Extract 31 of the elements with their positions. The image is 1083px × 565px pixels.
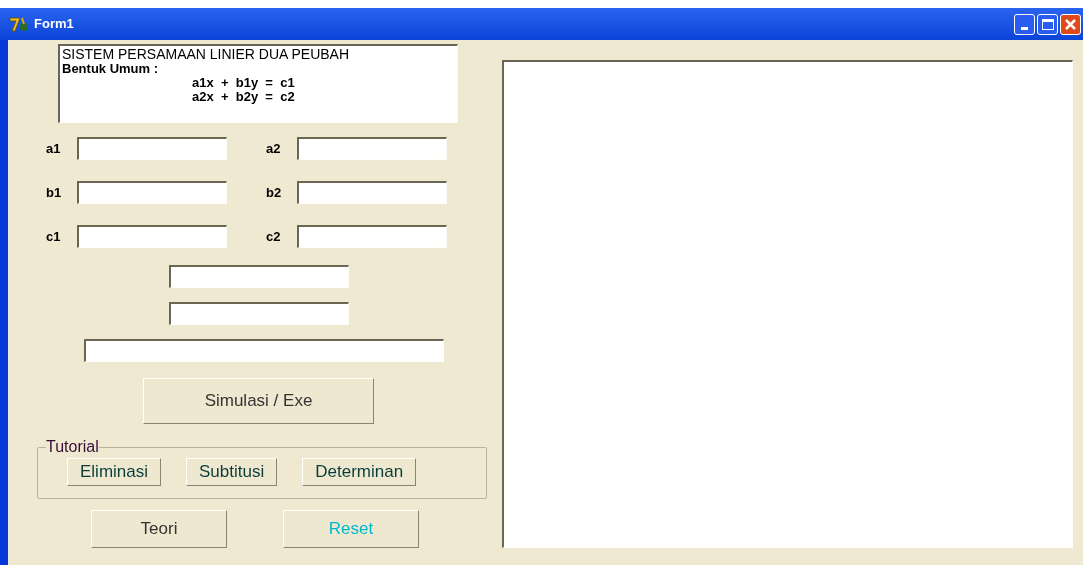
field-label: c1 bbox=[46, 227, 62, 246]
input-field[interactable] bbox=[84, 339, 444, 362]
equation-text: a2x + b2y = c2 bbox=[192, 90, 296, 104]
execute-button[interactable]: Simulasi / Exe bbox=[143, 378, 374, 424]
input-field[interactable] bbox=[77, 181, 227, 204]
maximize-button[interactable] bbox=[1037, 13, 1058, 35]
tutorial-button[interactable]: Determinan bbox=[302, 458, 417, 486]
input-field[interactable] bbox=[77, 225, 227, 248]
window-title: Form1 bbox=[34, 15, 74, 34]
minimize-button[interactable] bbox=[1014, 13, 1035, 35]
input-field[interactable] bbox=[169, 302, 349, 325]
info-title: SISTEM PERSAMAAN LINIER DUA PEUBAH bbox=[62, 46, 351, 62]
input-field[interactable] bbox=[169, 265, 349, 288]
app-icon bbox=[8, 15, 30, 33]
close-button[interactable] bbox=[1060, 13, 1081, 35]
field-label: a1 bbox=[46, 139, 62, 158]
field-label: b1 bbox=[46, 183, 63, 202]
equation-text: a1x + b1y = c1 bbox=[192, 76, 296, 90]
group-legend: Tutorial bbox=[46, 439, 99, 455]
field-label: c2 bbox=[266, 227, 282, 246]
close-icon bbox=[1064, 17, 1077, 31]
field-label: b2 bbox=[266, 183, 283, 202]
action-button[interactable]: Teori bbox=[91, 510, 227, 548]
input-field[interactable] bbox=[297, 181, 447, 204]
input-field[interactable] bbox=[297, 225, 447, 248]
info-subtitle: Bentuk Umum : bbox=[62, 62, 160, 76]
input-field[interactable] bbox=[297, 137, 447, 160]
field-label: a2 bbox=[266, 139, 282, 158]
tutorial-button[interactable]: Subtitusi bbox=[186, 458, 278, 486]
tutorial-button[interactable]: Eliminasi bbox=[67, 458, 162, 486]
input-field[interactable] bbox=[77, 137, 227, 160]
